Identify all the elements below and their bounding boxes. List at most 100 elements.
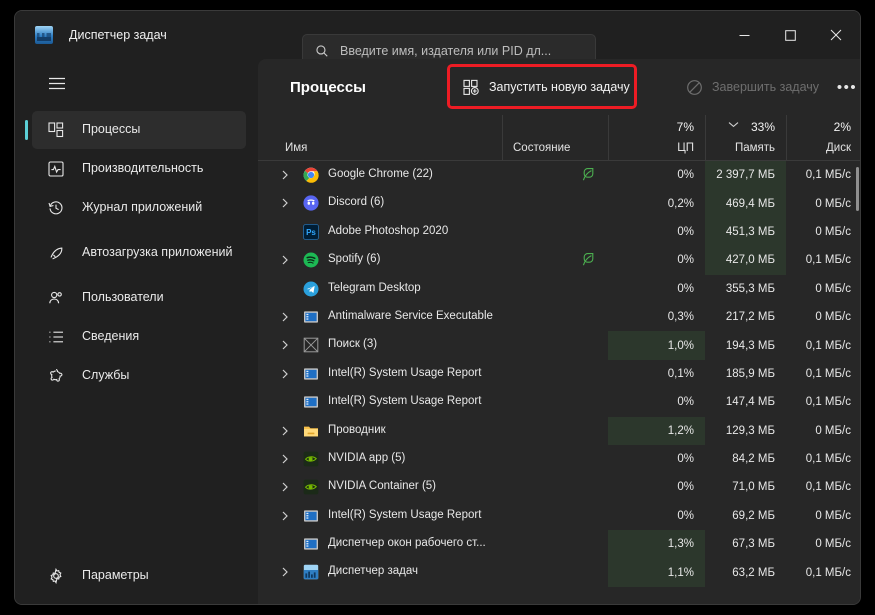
process-row[interactable]: Antimalware Service Executable 0,3% 217,2 …: [258, 303, 860, 331]
process-row[interactable]: NVIDIA app (5) 0% 84,2 МБ 0,1 МБ/с: [258, 445, 860, 473]
cpu-value: 1,1%: [608, 558, 705, 587]
process-row[interactable]: Intel(R) System Usage Report 0% 147,4 МБ 0,…: [258, 388, 860, 416]
window-icon: [304, 311, 318, 323]
end-task-button[interactable]: Завершить задачу: [676, 71, 829, 103]
cpu-value: 0%: [677, 254, 694, 267]
performance-icon: [47, 161, 64, 178]
discord-icon: [303, 195, 319, 211]
content-panel: Процессы Запустить новую задачу Завершит…: [258, 59, 860, 604]
sidebar-item-performance[interactable]: Производительность: [32, 150, 246, 188]
process-name: Antimalware Service Executable: [328, 309, 493, 322]
memory-value: 129,3 МБ: [725, 424, 775, 437]
sidebar-item-processes[interactable]: Процессы: [25, 111, 246, 149]
minimize-icon: [739, 34, 749, 36]
sidebar-item-startup-apps[interactable]: Автозагрузка приложений: [32, 228, 246, 278]
sidebar-item-label: Производительность: [82, 161, 204, 176]
new-task-button[interactable]: Запустить новую задачу: [453, 71, 642, 103]
memory-value: 71,0 МБ: [732, 481, 775, 494]
disk-value: 0,1 МБ/с: [805, 396, 851, 409]
process-name: Adobe Photoshop 2020: [328, 224, 449, 237]
column-header-name[interactable]: Имя: [285, 142, 307, 154]
column-header-status[interactable]: Состояние: [513, 142, 570, 154]
sidebar-item-label: Сведения: [82, 329, 140, 344]
sidebar-item-label: Журнал приложений: [82, 200, 203, 215]
process-row[interactable]: Ps Adobe Photoshop 2020 0% 451,3 МБ 0 МБ/с: [258, 217, 860, 247]
sidebar-item-label: Параметры: [82, 568, 149, 583]
task-manager-icon: [303, 565, 319, 580]
cpu-value: 0%: [677, 509, 694, 522]
memory-value: 2 397,7 МБ: [705, 161, 786, 190]
search-icon: [316, 44, 328, 57]
history-icon: [47, 200, 64, 217]
process-row[interactable]: Поиск (3) 1,0% 194,3 МБ 0,1 МБ/с: [258, 331, 860, 360]
cpu-value: 0%: [677, 396, 694, 409]
sidebar-item-settings-wrap: Параметры: [15, 556, 258, 596]
sidebar-item-settings[interactable]: Параметры: [32, 557, 246, 595]
column-header-memory[interactable]: Память: [705, 142, 786, 154]
process-row[interactable]: Telegram Desktop 0% 355,3 МБ 0 МБ/с: [258, 275, 860, 303]
vertical-scrollbar-thumb[interactable]: [856, 167, 859, 211]
cpu-value: 0%: [677, 169, 694, 182]
process-row[interactable]: Google Chrome (22) 0% 2 397,7 МБ 0,1 МБ/с: [258, 161, 860, 190]
process-row[interactable]: Проводник 1,2% 129,3 МБ 0 МБ/с: [258, 416, 860, 445]
process-row[interactable]: Intel(R) System Usage Report 0% 69,2 МБ 0 М…: [258, 502, 860, 530]
window-icon: [304, 538, 318, 550]
process-row[interactable]: NVIDIA Container (5) 0% 71,0 МБ 0,1 МБ/с: [258, 473, 860, 501]
expand-chevron-icon: [282, 369, 288, 379]
photoshop-icon: Ps: [303, 223, 319, 240]
process-name: Диспетчер окон рабочего ст...: [328, 537, 486, 550]
expand-chevron-icon: [282, 426, 288, 435]
expand-chevron-icon: [282, 198, 288, 208]
process-list[interactable]: Google Chrome (22) 0% 2 397,7 МБ 0,1 МБ/с …: [258, 161, 860, 604]
memory-value: 69,2 МБ: [732, 509, 775, 522]
nvidia-icon: [303, 451, 319, 467]
close-button[interactable]: [813, 11, 859, 59]
cpu-value: 0%: [677, 481, 694, 494]
sidebar-item-users[interactable]: Пользователи: [32, 279, 246, 317]
sidebar-item-details[interactable]: Сведения: [32, 318, 246, 356]
sidebar: Процессы Производительность Журнал прило…: [15, 59, 258, 604]
cpu-value: 1,2%: [608, 416, 705, 445]
expand-chevron-icon: [282, 312, 288, 322]
process-name: Google Chrome (22): [328, 168, 433, 180]
memory-value: 427,0 МБ: [705, 246, 786, 275]
disk-value: 0,1 МБ/с: [805, 367, 851, 380]
minimize-button[interactable]: [721, 11, 767, 59]
memory-value: 469,4 МБ: [705, 189, 786, 218]
cpu-value: 1,3%: [608, 530, 705, 559]
expand-chevron-icon: [282, 170, 288, 180]
maximize-button[interactable]: [767, 11, 813, 59]
services-icon: [47, 368, 64, 385]
disk-value: 0 МБ/с: [815, 282, 851, 295]
maximize-icon: [784, 29, 796, 41]
sidebar-item-services[interactable]: Службы: [32, 357, 246, 395]
process-row[interactable]: Spotify (6) 0% 427,0 МБ 0,1 МБ/с: [258, 246, 860, 275]
disk-value: 0,1 МБ/с: [805, 254, 851, 267]
process-row[interactable]: Discord (6) 0,2% 469,4 МБ 0 МБ/с: [258, 189, 860, 218]
column-header-cpu[interactable]: ЦП: [608, 142, 705, 154]
startup-icon: [47, 245, 64, 262]
cpu-value: 0%: [677, 453, 694, 466]
process-row[interactable]: Диспетчер задач 1,1% 63,2 МБ 0,1 МБ/с: [258, 558, 860, 587]
hamburger-menu-button[interactable]: [37, 65, 77, 101]
cpu-value: 0,3%: [667, 311, 694, 324]
table-header-row: Имя Состояние 7% ЦП 33% Память 2% Диск: [258, 115, 860, 161]
search-input[interactable]: [340, 43, 580, 58]
app-title: Диспетчер задач: [69, 28, 167, 42]
memory-value: 451,3 МБ: [705, 217, 786, 247]
column-header-disk[interactable]: Диск: [786, 142, 860, 154]
title-bar: Диспетчер задач: [15, 11, 860, 67]
disk-value: 0 МБ/с: [815, 538, 851, 551]
disk-value: 0 МБ/с: [815, 424, 851, 437]
efficiency-mode-leaf-icon: [582, 168, 594, 181]
hamburger-icon: [49, 77, 65, 89]
sidebar-item-app-history[interactable]: Журнал приложений: [32, 189, 246, 227]
process-row[interactable]: Диспетчер окон рабочего ст... 1,3% 67,3 МБ…: [258, 530, 860, 559]
more-options-button[interactable]: •••: [831, 71, 860, 103]
efficiency-mode-leaf-icon: [582, 253, 594, 266]
memory-total-percent: 33%: [750, 120, 775, 134]
process-row[interactable]: Intel(R) System Usage Report 0,1% 185,9 МБ…: [258, 360, 860, 388]
svg-text:Ps: Ps: [306, 228, 316, 237]
memory-value: 147,4 МБ: [725, 396, 775, 409]
cpu-value: 1,0%: [608, 331, 705, 360]
